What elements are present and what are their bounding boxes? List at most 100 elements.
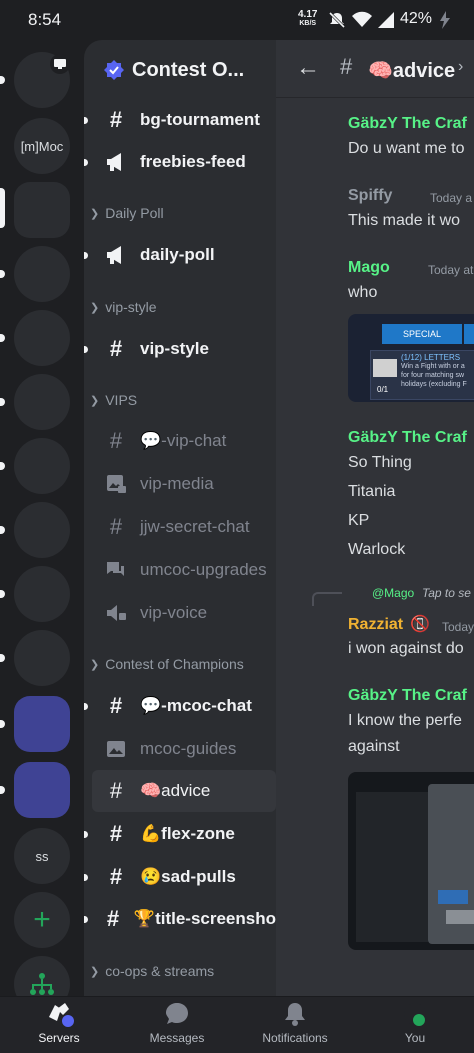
message-attachment-image[interactable]: SPECIAL (1/12) LETTERS Win a Fight with … <box>348 314 474 402</box>
chevron-down-icon: ❯ <box>90 301 100 314</box>
status-bar: 8:54 4.17 KB/S 42% <box>0 0 474 40</box>
guild-header[interactable]: Contest O... <box>84 40 276 100</box>
unread-dot <box>84 159 88 166</box>
server-icon-10[interactable] <box>14 630 70 686</box>
embed-tab-partial <box>464 324 474 344</box>
quest-progress: 0/1 <box>377 385 389 394</box>
server-icon-moc[interactable]: [m]Moc <box>14 118 70 174</box>
server-icon-11[interactable] <box>14 696 70 752</box>
category-daily-poll[interactable]: ❯ Daily Poll <box>90 205 164 221</box>
network-speed-unit: KB/S <box>299 20 317 27</box>
message-attachment-image[interactable] <box>348 772 474 950</box>
category-label: VIPS <box>105 392 138 408</box>
channel-jjw-secret-chat[interactable]: # jjw-secret-chat <box>92 506 276 548</box>
message-text: I know the perfe <box>348 712 462 729</box>
server-rail: [m]Moc ss + <box>0 40 84 996</box>
channel-sad-pulls[interactable]: # 😢sad-pulls <box>92 856 276 898</box>
message-timestamp: Today at <box>428 263 474 277</box>
message-author[interactable]: Spiffy <box>348 187 392 205</box>
discover-servers-button[interactable] <box>14 956 70 996</box>
channel-sidebar: Contest O... # bg-tournament freebies-fe… <box>84 40 276 996</box>
hash-icon: # <box>109 107 123 132</box>
image-lock-icon <box>104 474 128 494</box>
chat-panel: ← # 🧠advice › GäbzY The Craf Do u want m… <box>276 40 474 996</box>
message-timestamp: Today a <box>430 191 473 205</box>
category-label: co-ops & streams <box>105 963 215 979</box>
channel-title[interactable]: 🧠advice <box>368 58 455 83</box>
category-contest-of-champions[interactable]: ❯ Contest of Champions <box>90 656 244 672</box>
reply-mention[interactable]: @Mago <box>372 586 414 600</box>
back-arrow-icon[interactable]: ← <box>296 54 320 82</box>
message-author[interactable]: GäbzY The Craf <box>348 429 467 447</box>
channel-label: bg-tournament <box>140 110 260 129</box>
chevron-down-icon: ❯ <box>90 965 100 978</box>
channel-vip-chat[interactable]: # 💬-vip-chat <box>92 420 276 462</box>
speaker-lock-icon <box>104 603 128 623</box>
server-icon-9[interactable] <box>14 566 70 622</box>
message-author[interactable]: GäbzY The Craf <box>348 687 467 705</box>
message-author[interactable]: GäbzY The Craf <box>348 115 467 133</box>
image-icon <box>104 739 128 759</box>
message-text: Titania <box>348 483 396 500</box>
server-icon-8[interactable] <box>14 502 70 558</box>
channel-mcoc-guides[interactable]: mcoc-guides <box>92 728 276 770</box>
channel-daily-poll[interactable]: daily-poll <box>92 234 276 276</box>
channel-vip-voice[interactable]: vip-voice <box>92 592 276 634</box>
channel-title-screenshots[interactable]: # 🏆title-screensho <box>92 898 276 940</box>
channel-flex-zone[interactable]: # 💪flex-zone <box>92 813 276 855</box>
server-icon-6[interactable] <box>14 374 70 430</box>
server-icon-5[interactable] <box>14 310 70 366</box>
unread-indicator <box>0 270 5 278</box>
unread-indicator <box>0 654 5 662</box>
channel-bg-tournament[interactable]: # bg-tournament <box>92 99 276 141</box>
add-server-button[interactable]: + <box>14 892 70 948</box>
server-icon-ss[interactable]: ss <box>14 828 70 884</box>
message-text: against <box>348 738 400 755</box>
charging-bolt-icon <box>440 11 450 29</box>
unread-indicator <box>0 76 5 84</box>
channel-freebies-feed[interactable]: freebies-feed <box>92 141 276 183</box>
tab-notifications[interactable]: Notifications <box>236 997 354 1053</box>
channel-label: jjw-secret-chat <box>140 517 250 536</box>
screen-share-icon <box>50 54 70 74</box>
message-author[interactable]: Mago <box>348 259 390 277</box>
unread-indicator <box>0 462 5 470</box>
channel-umcoc-upgrades[interactable]: umcoc-upgrades <box>92 549 276 591</box>
message-text: who <box>348 284 378 301</box>
messages-icon <box>166 1003 188 1024</box>
server-icon-4[interactable] <box>14 246 70 302</box>
chat-header: ← # 🧠advice › <box>276 40 474 98</box>
channel-vip-style[interactable]: # vip-style <box>92 328 276 370</box>
category-co-ops-streams[interactable]: ❯ co-ops & streams <box>90 963 214 979</box>
unread-dot <box>84 703 88 710</box>
quest-line-3: holidays (excluding F <box>401 381 467 388</box>
reply-hint[interactable]: Tap to se <box>422 586 471 600</box>
category-vip-style[interactable]: ❯ vip-style <box>90 299 157 315</box>
category-vips[interactable]: ❯ VIPS <box>90 392 137 408</box>
server-icon-3[interactable] <box>14 182 70 238</box>
quest-line-2: for four matching sw <box>401 372 465 379</box>
chevron-right-icon[interactable]: › <box>458 58 463 76</box>
tab-messages[interactable]: Messages <box>118 997 236 1053</box>
message-text: Warlock <box>348 541 406 558</box>
special-tab: SPECIAL <box>382 324 462 344</box>
channel-label: daily-poll <box>140 245 215 264</box>
quest-title: (1/12) LETTERS <box>401 353 461 362</box>
unread-indicator <box>0 526 5 534</box>
tab-servers[interactable]: Servers <box>0 997 118 1053</box>
server-label-ss: ss <box>35 848 49 864</box>
server-icon-12[interactable] <box>14 762 70 818</box>
channel-vip-media[interactable]: vip-media <box>92 463 276 505</box>
channel-label: vip-media <box>140 474 214 493</box>
channel-label: 😢sad-pulls <box>140 867 236 886</box>
unread-indicator <box>0 590 5 598</box>
unread-dot <box>84 252 88 259</box>
chevron-down-icon: ❯ <box>90 394 100 407</box>
message-author[interactable]: Razziat <box>348 616 403 634</box>
category-label: Daily Poll <box>105 205 164 221</box>
channel-label: 💬-mcoc-chat <box>140 696 252 715</box>
tab-you[interactable]: You <box>356 997 474 1053</box>
channel-mcoc-chat[interactable]: # 💬-mcoc-chat <box>92 685 276 727</box>
server-icon-7[interactable] <box>14 438 70 494</box>
channel-advice[interactable]: # 🧠advice <box>92 770 276 812</box>
